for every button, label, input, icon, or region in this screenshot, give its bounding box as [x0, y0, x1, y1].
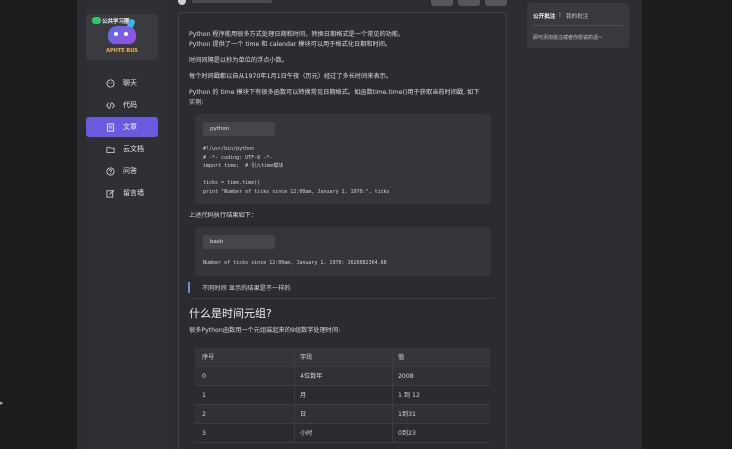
question-icon: [105, 166, 115, 176]
code-line: ticks = time.time(): [203, 180, 261, 186]
tab-public-annotations[interactable]: 公开批注: [533, 12, 555, 20]
column-divider: [294, 367, 295, 386]
table-header-row: 序号 字段 值: [195, 348, 490, 367]
table-header-cell: 值: [398, 354, 405, 361]
paragraph: Python 的 time 模块下有很多函数可以转换常见日期格式。如函数time…: [189, 89, 480, 96]
chat-icon: [105, 78, 115, 88]
table-cell: 0: [202, 373, 206, 380]
sidebar-item-label: 问答: [123, 167, 137, 175]
table-cell: 小时: [300, 430, 313, 437]
column-divider: [294, 348, 295, 367]
table-header-cell: 序号: [202, 354, 215, 361]
column-divider: [392, 386, 393, 405]
table-cell: 4位数年: [300, 373, 323, 380]
folder-icon: [105, 144, 115, 154]
column-divider: [392, 367, 393, 386]
sidebar-item-label: 文章: [123, 123, 137, 131]
blockquote-text: 不同时间 显示的结果是不一样的: [202, 285, 291, 292]
sidebar-item-code[interactable]: 代码: [86, 95, 158, 115]
logo[interactable]: 公共学习圈 APHTE BUS: [86, 14, 158, 60]
annotation-panel: 公开批注 | 我的批注 即可添加批注或者你想说的话~: [527, 3, 629, 48]
sidebar-item-message-wall[interactable]: 留言墙: [86, 183, 158, 203]
code-line: # -*- coding: UTF-8 -*-: [203, 154, 273, 161]
code-line: print "Number of ticks since 12:00am, Ja…: [203, 188, 390, 195]
right-backdrop: [642, 0, 732, 449]
paragraph: 时间间隔是以秒为单位的浮点小数。: [189, 57, 288, 64]
sidebar-item-article[interactable]: 文章: [86, 117, 158, 137]
sidebar-item-chat[interactable]: 聊天: [86, 73, 158, 93]
table-cell: 1到31: [398, 411, 416, 418]
sidebar-item-cloud-docs[interactable]: 云文档: [86, 139, 158, 159]
column-divider: [294, 405, 295, 424]
sidebar-item-label: 留言墙: [123, 189, 144, 197]
code-line: #!/usr/bin/python: [203, 146, 255, 152]
table-row: 1 月 1 到 12: [195, 386, 490, 405]
table-cell: 月: [300, 392, 307, 399]
section-heading: 什么是时间元组?: [189, 307, 272, 320]
sidebar-item-label: 云文档: [123, 145, 144, 153]
table-cell: 0到23: [398, 430, 416, 437]
share-button[interactable]: [485, 0, 507, 6]
annotation-hint: 即可添加批注或者你想说的话~: [533, 35, 603, 41]
article-meta: [192, 0, 272, 3]
collect-button[interactable]: [458, 0, 480, 6]
table-cell: 2008: [398, 373, 414, 380]
table-row: 2 日 1到31: [195, 405, 490, 424]
divider: [533, 25, 623, 26]
code-language-label: python: [203, 122, 275, 136]
divider: [189, 298, 495, 299]
edit-icon: [105, 188, 115, 198]
table-cell: 1: [202, 392, 206, 399]
table-row: 3 小时 0到23: [195, 424, 490, 443]
sidebar-item-label: 聊天: [123, 79, 137, 87]
code-content[interactable]: Number of ticks since 12:00am, January 1…: [203, 259, 387, 268]
paragraph: 每个时间戳都以自从1970年1月1日午夜（历元）经过了多长时间来表示。: [189, 73, 393, 80]
like-button[interactable]: [431, 0, 453, 6]
left-backdrop: [0, 0, 77, 449]
paragraph: Python 提供了一个 time 和 calendar 模块可以用于格式化日期…: [189, 41, 392, 48]
mouse-cursor-icon: ▸: [0, 399, 4, 407]
paragraph: Python 程序能用很多方式处理日期和时间，转换日期格式是一个常见的功能。: [189, 31, 405, 38]
column-divider: [392, 348, 393, 367]
code-content[interactable]: #!/usr/bin/python # -*- coding: UTF-8 -*-…: [203, 145, 390, 196]
column-divider: [294, 386, 295, 405]
code-icon: [105, 100, 115, 110]
logo-title: 公共学习圈: [102, 19, 130, 25]
code-block-bash: bash Number of ticks since 12:00am, Janu…: [195, 227, 491, 276]
column-divider: [294, 424, 295, 443]
paragraph: 实例:: [189, 99, 204, 106]
code-block-python: python #!/usr/bin/python # -*- coding: UT…: [195, 114, 491, 204]
table-row: 0 4位数年 2008: [195, 367, 490, 386]
table-cell: 2: [202, 411, 206, 418]
blockquote-bar: [188, 282, 190, 293]
column-divider: [392, 424, 393, 443]
logo-badge-icon: [92, 17, 101, 24]
code-language-label: bash: [203, 235, 275, 249]
paragraph: 很多Python函数用一个元组装起来的9组数字处理时间:: [189, 327, 341, 334]
sidebar-item-label: 代码: [123, 101, 137, 109]
robot-icon: [108, 26, 136, 44]
table-header-cell: 字段: [300, 354, 313, 361]
table-cell: 3: [202, 430, 206, 437]
table-cell: 日: [300, 411, 307, 418]
sidebar: [86, 0, 168, 449]
code-line: Number of ticks since 12:00am, January 1…: [203, 260, 387, 266]
tab-separator: |: [559, 12, 561, 18]
article-icon: [105, 122, 115, 132]
tab-my-annotations[interactable]: 我的批注: [566, 12, 588, 20]
code-line: import time; # 引入time模块: [203, 163, 284, 169]
logo-subtitle: APHTE BUS: [106, 48, 138, 54]
sidebar-item-qa[interactable]: 问答: [86, 161, 158, 181]
paragraph: 上述代码执行结果如下：: [189, 212, 258, 219]
table-cell: 1 到 12: [398, 392, 420, 399]
column-divider: [392, 405, 393, 424]
